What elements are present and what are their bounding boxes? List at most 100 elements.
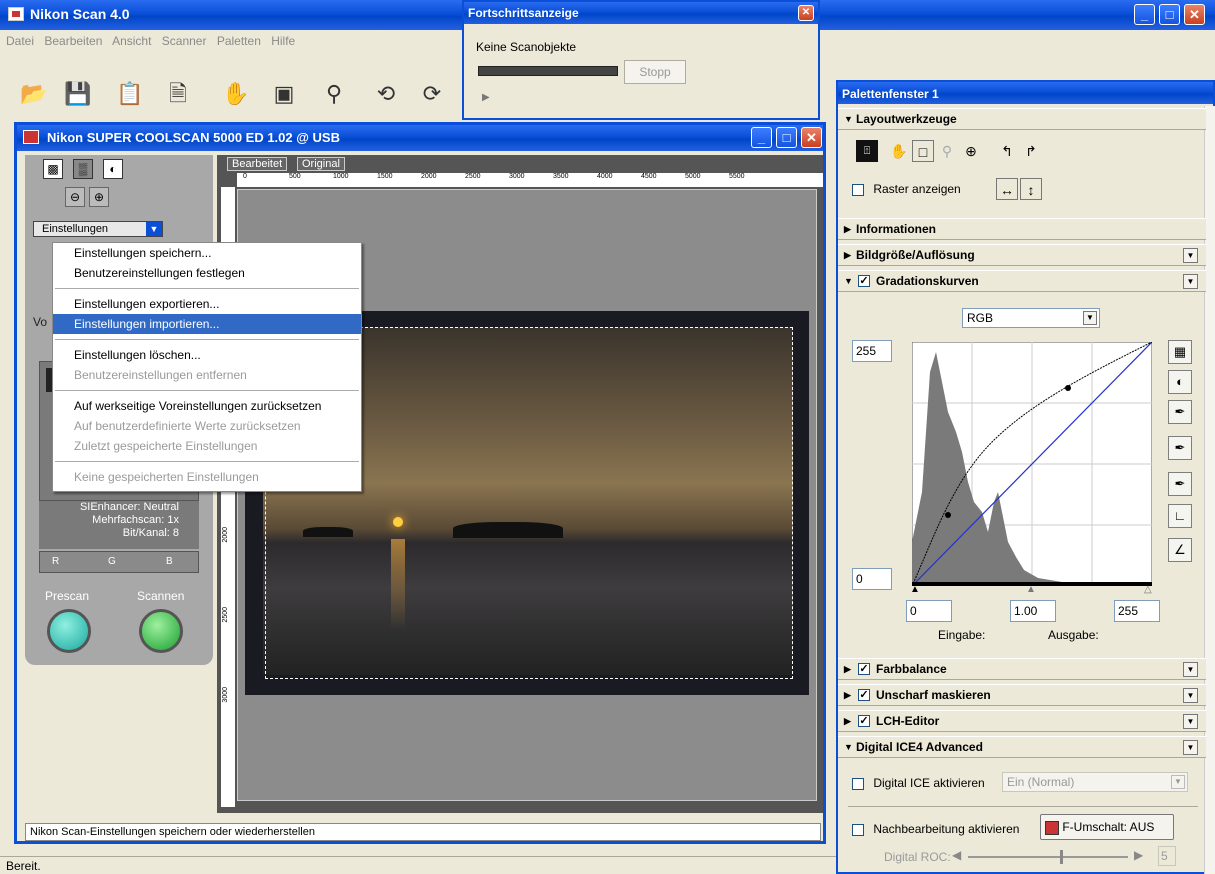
roc-slider-thumb[interactable] — [1060, 850, 1063, 864]
menu-ansicht[interactable]: Ansicht — [112, 34, 151, 48]
section-menu-icon[interactable]: ▼ — [1183, 688, 1198, 703]
curves-enable-checkbox[interactable]: ✓ — [858, 275, 870, 287]
ice-enable-checkbox[interactable] — [852, 777, 864, 790]
tab-bearbeitet[interactable]: Bearbeitet — [227, 157, 288, 171]
close-button[interactable]: ✕ — [1184, 4, 1205, 25]
prescan-label: Prescan — [45, 589, 90, 603]
menu-item[interactable]: Auf werkseitige Voreinstellungen zurücks… — [53, 396, 361, 416]
output-min-field[interactable]: 0 — [852, 568, 892, 590]
flip-vertical-icon[interactable]: ↕ — [1020, 178, 1042, 200]
select-tool-icon[interactable]: □ — [912, 140, 934, 162]
roc-value-field[interactable]: 5 — [1158, 846, 1176, 866]
section-layoutwerkzeuge[interactable]: ▼ Layoutwerkzeuge — [838, 108, 1206, 130]
roc-left-arrow-icon[interactable]: ◀ — [952, 848, 961, 862]
menu-item[interactable]: Benutzereinstellungen festlegen — [53, 263, 361, 283]
unsharp-enable-checkbox[interactable]: ✓ — [858, 689, 870, 701]
section-gradationskurven[interactable]: ▼ ✓ Gradationskurven ▼ — [838, 270, 1206, 292]
copy-icon[interactable]: 📋 — [112, 76, 148, 112]
menu-datei[interactable]: Datei — [6, 34, 34, 48]
settings-select-label: Einstellungen — [42, 223, 109, 235]
white-point-marker[interactable]: △ — [1144, 584, 1152, 595]
f-switch-button[interactable]: F-Umschalt: AUS — [1040, 814, 1174, 840]
histogram-icon[interactable]: ▦ — [1168, 340, 1192, 364]
black-point-marker[interactable]: ▲ — [910, 584, 920, 595]
zoom-tool-icon[interactable]: ⚲ — [936, 140, 958, 162]
preview-tool-icon[interactable]: ▩ — [43, 159, 63, 179]
expand-arrow-icon[interactable]: ▶ — [482, 92, 490, 103]
gamma-marker[interactable]: ▲ — [1026, 584, 1036, 595]
lch-enable-checkbox[interactable]: ✓ — [858, 715, 870, 727]
post-process-checkbox[interactable] — [852, 823, 864, 836]
menu-paletten[interactable]: Paletten — [217, 34, 261, 48]
raster-row[interactable]: Raster anzeigen — [852, 182, 961, 196]
section-lch[interactable]: ▶ ✓ LCH-Editor ▼ — [838, 710, 1206, 732]
menu-item[interactable]: Einstellungen löschen... — [53, 345, 361, 365]
black-eyedropper-icon[interactable]: ✒ — [1168, 400, 1192, 424]
section-ice[interactable]: ▼ Digital ICE4 Advanced ▼ — [838, 736, 1206, 758]
prescan-button[interactable] — [47, 609, 91, 653]
balance-enable-checkbox[interactable]: ✓ — [858, 663, 870, 675]
stop-button[interactable]: Stopp — [624, 60, 686, 84]
input-black-field[interactable]: 0 — [906, 600, 952, 622]
settings-select[interactable]: Einstellungen ▼ — [33, 221, 163, 237]
grain-tool-icon[interactable]: ▒ — [73, 159, 93, 179]
roc-right-arrow-icon[interactable]: ▶ — [1134, 848, 1143, 862]
flip-horizontal-icon[interactable]: ↔ — [996, 178, 1018, 200]
section-bildgroesse[interactable]: ▶ Bildgröße/Auflösung ▼ — [838, 244, 1206, 266]
maximize-button[interactable]: □ — [1159, 4, 1180, 25]
menu-item[interactable]: Einstellungen exportieren... — [53, 294, 361, 314]
menu-hilfe[interactable]: Hilfe — [271, 34, 295, 48]
channel-select[interactable]: RGB ▼ — [962, 308, 1100, 328]
section-menu-icon[interactable]: ▼ — [1183, 714, 1198, 729]
rotate-right-tool-icon[interactable]: ↱ — [1020, 140, 1042, 162]
gray-eyedropper-icon[interactable]: ✒ — [1168, 436, 1192, 460]
rotate-left-icon[interactable]: ⟲ — [368, 76, 404, 112]
contrast-icon[interactable]: ◐ — [1168, 370, 1192, 394]
zoom-in-icon[interactable]: ⊕ — [89, 187, 109, 207]
save-icon[interactable]: 💾 — [60, 76, 96, 112]
curve-graph[interactable] — [912, 342, 1152, 586]
tab-original[interactable]: Original — [297, 157, 345, 171]
target-tool-icon[interactable]: ⊕ — [960, 140, 982, 162]
hand-icon[interactable]: ✋ — [218, 76, 254, 112]
scan-maximize-button[interactable]: □ — [776, 127, 797, 148]
input-white-field[interactable]: 255 — [1114, 600, 1160, 622]
open-icon[interactable]: 📂 — [16, 76, 52, 112]
status-bar: Bereit. — [0, 856, 836, 874]
zoom-icon[interactable]: ⚲ — [316, 76, 352, 112]
ice-enable-row[interactable]: Digital ICE aktivieren — [852, 776, 985, 790]
layout-tool-icon[interactable]: ⍐ — [856, 140, 878, 162]
section-informationen[interactable]: ▶ Informationen — [838, 218, 1206, 240]
roc-slider[interactable] — [968, 856, 1128, 858]
menu-item[interactable]: Einstellungen importieren... — [53, 314, 361, 334]
contrast-tool-icon[interactable]: ◐ — [103, 159, 123, 179]
crop-icon[interactable]: ▣ — [266, 76, 302, 112]
section-menu-icon[interactable]: ▼ — [1183, 274, 1198, 289]
rotate-left-tool-icon[interactable]: ↰ — [996, 140, 1018, 162]
reset-all-curves-icon[interactable]: ∠ — [1168, 538, 1192, 562]
post-process-row[interactable]: Nachbearbeitung aktivieren — [852, 822, 1019, 836]
section-menu-icon[interactable]: ▼ — [1183, 662, 1198, 677]
progress-close-button[interactable]: ✕ — [798, 5, 814, 21]
zoom-out-icon[interactable]: ⊖ — [65, 187, 85, 207]
section-menu-icon[interactable]: ▼ — [1183, 248, 1198, 263]
white-eyedropper-icon[interactable]: ✒ — [1168, 472, 1192, 496]
output-max-field[interactable]: 255 — [852, 340, 892, 362]
section-unscharf[interactable]: ▶ ✓ Unscharf maskieren ▼ — [838, 684, 1206, 706]
minimize-button[interactable]: _ — [1134, 4, 1155, 25]
raster-checkbox[interactable] — [852, 183, 864, 196]
rotate-right-icon[interactable]: ⟳ — [414, 76, 450, 112]
ice-mode-select[interactable]: Ein (Normal) ▼ — [1002, 772, 1188, 792]
scan-button[interactable] — [139, 609, 183, 653]
reset-curve-icon[interactable]: ∟ — [1168, 504, 1192, 528]
menu-item[interactable]: Einstellungen speichern... — [53, 243, 361, 263]
menu-scanner[interactable]: Scanner — [162, 34, 207, 48]
hand-tool-icon[interactable]: ✋ — [888, 140, 910, 162]
gamma-field[interactable]: 1.00 — [1010, 600, 1056, 622]
scan-close-button[interactable]: ✕ — [801, 127, 822, 148]
scan-minimize-button[interactable]: _ — [751, 127, 772, 148]
menu-bearbeiten[interactable]: Bearbeiten — [44, 34, 102, 48]
section-farbbalance[interactable]: ▶ ✓ Farbbalance ▼ — [838, 658, 1206, 680]
print-icon[interactable]: 🗎 — [160, 76, 196, 112]
section-menu-icon[interactable]: ▼ — [1183, 740, 1198, 755]
